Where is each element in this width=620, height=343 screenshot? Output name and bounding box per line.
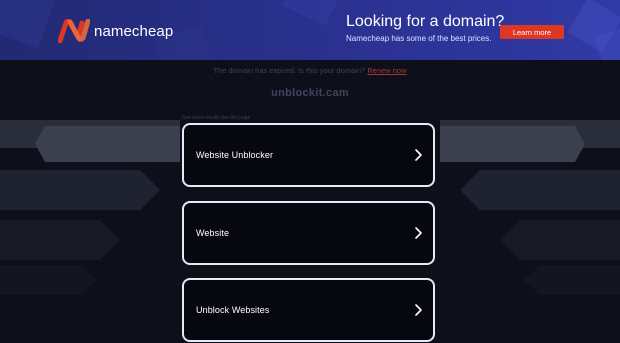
logo-text: namecheap bbox=[94, 22, 174, 40]
result-label: Website Unblocker bbox=[196, 150, 274, 160]
namecheap-logo[interactable]: namecheap bbox=[58, 18, 173, 44]
result-item-website[interactable]: Website bbox=[182, 201, 435, 265]
renew-now-link[interactable]: Renew now bbox=[367, 66, 406, 75]
result-label: Website bbox=[196, 228, 230, 238]
chevron-right-icon bbox=[415, 227, 422, 239]
result-item-website-unblocker[interactable]: Website Unblocker bbox=[182, 123, 435, 187]
namecheap-logo-icon bbox=[58, 19, 90, 43]
domain-name: unblockit.cam bbox=[271, 87, 349, 99]
chevron-right-icon bbox=[415, 304, 422, 316]
result-item-unblock-websites[interactable]: Unblock Websites bbox=[182, 278, 435, 342]
promo-banner: namecheap Looking for a domain? Namechea… bbox=[0, 0, 620, 60]
results-label: See more results like this page bbox=[182, 115, 251, 121]
result-label: Unblock Websites bbox=[196, 305, 270, 315]
chevron-right-icon bbox=[415, 149, 422, 161]
notice-text: The domain has expired. Is this your dom… bbox=[213, 66, 366, 75]
promo-subtitle: Namecheap has some of the best prices. bbox=[346, 34, 492, 43]
expired-notice: The domain has expired. Is this your dom… bbox=[0, 66, 620, 75]
promo-title: Looking for a domain? bbox=[346, 13, 505, 30]
learn-more-button[interactable]: Learn more bbox=[500, 25, 564, 39]
